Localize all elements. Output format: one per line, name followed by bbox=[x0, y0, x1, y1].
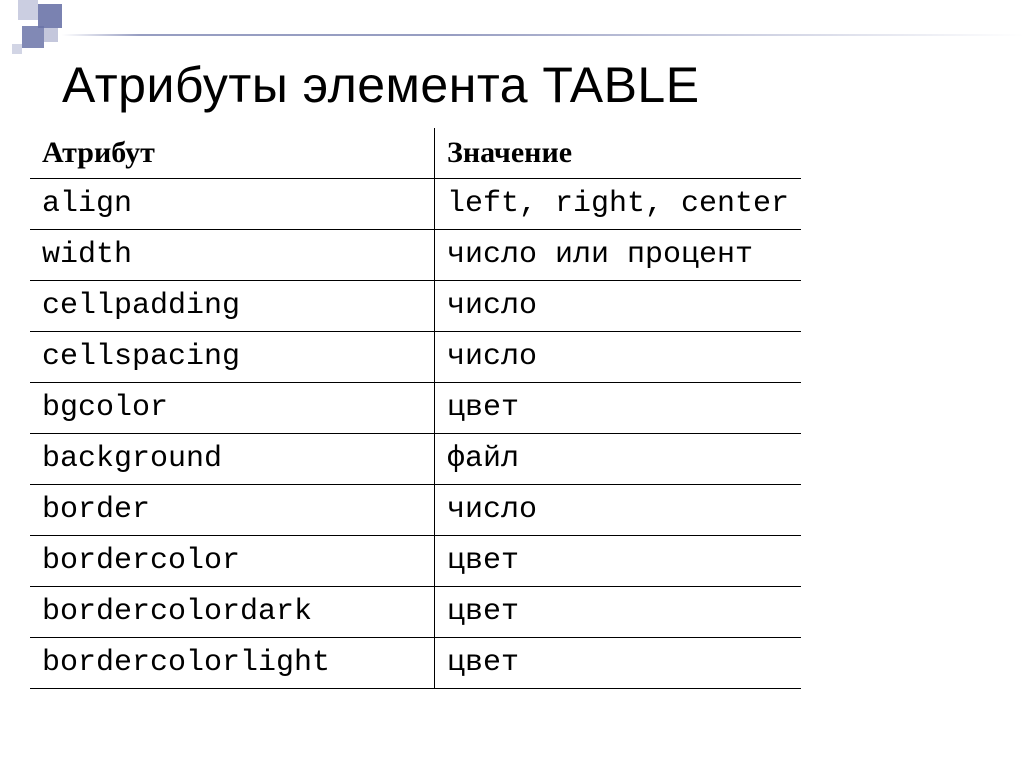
cell-val: число bbox=[435, 332, 802, 383]
cell-attr: align bbox=[30, 179, 435, 230]
decorative-squares bbox=[0, 0, 120, 60]
deco-square bbox=[22, 26, 44, 48]
cell-val: цвет bbox=[435, 638, 802, 689]
cell-attr: cellpadding bbox=[30, 281, 435, 332]
cell-attr: bordercolordark bbox=[30, 587, 435, 638]
table-row: width число или процент bbox=[30, 230, 801, 281]
cell-val: left, right, center bbox=[435, 179, 802, 230]
attributes-table: Атрибут Значение align left, right, cent… bbox=[30, 128, 801, 689]
cell-val: число bbox=[435, 281, 802, 332]
cell-val: файл bbox=[435, 434, 802, 485]
deco-square bbox=[38, 4, 62, 28]
slide: Атрибуты элемента TABLE Атрибут Значение… bbox=[0, 0, 1024, 767]
table-header-row: Атрибут Значение bbox=[30, 128, 801, 179]
table-row: bordercolor цвет bbox=[30, 536, 801, 587]
deco-square bbox=[18, 0, 38, 20]
table-row: bordercolordark цвет bbox=[30, 587, 801, 638]
deco-square bbox=[12, 44, 22, 54]
table-row: bordercolorlight цвет bbox=[30, 638, 801, 689]
cell-attr: cellspacing bbox=[30, 332, 435, 383]
cell-val: число bbox=[435, 485, 802, 536]
cell-attr: bordercolorlight bbox=[30, 638, 435, 689]
deco-square bbox=[44, 28, 58, 42]
cell-attr: width bbox=[30, 230, 435, 281]
cell-val: цвет bbox=[435, 383, 802, 434]
cell-attr: background bbox=[30, 434, 435, 485]
cell-val: число или процент bbox=[435, 230, 802, 281]
cell-attr: border bbox=[30, 485, 435, 536]
cell-val: цвет bbox=[435, 536, 802, 587]
cell-attr: bgcolor bbox=[30, 383, 435, 434]
header-value: Значение bbox=[435, 128, 802, 179]
table-row: background файл bbox=[30, 434, 801, 485]
table-row: align left, right, center bbox=[30, 179, 801, 230]
table-row: cellpadding число bbox=[30, 281, 801, 332]
cell-val: цвет bbox=[435, 587, 802, 638]
table-row: cellspacing число bbox=[30, 332, 801, 383]
table-row: border число bbox=[30, 485, 801, 536]
cell-attr: bordercolor bbox=[30, 536, 435, 587]
header-attribute: Атрибут bbox=[30, 128, 435, 179]
table-row: bgcolor цвет bbox=[30, 383, 801, 434]
page-title: Атрибуты элемента TABLE bbox=[62, 56, 700, 114]
decorative-rule bbox=[62, 34, 1024, 36]
